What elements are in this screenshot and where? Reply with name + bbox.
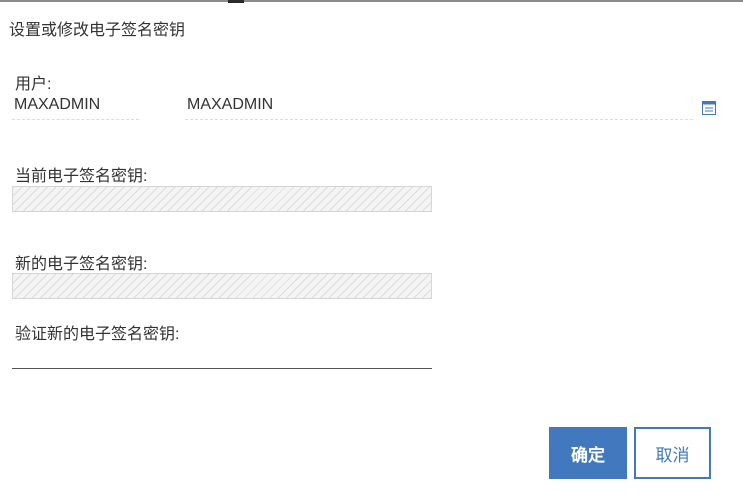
user-name-value: MAXADMIN (187, 96, 274, 113)
ok-button[interactable]: 确定 (549, 427, 627, 479)
dialog-top-border (0, 0, 743, 2)
verify-key-label: 验证新的电子签名密钥: (15, 326, 180, 343)
cancel-button[interactable]: 取消 (634, 427, 711, 479)
current-key-input (12, 186, 432, 212)
detail-menu-icon[interactable] (702, 101, 716, 115)
dialog-title: 设置或修改电子签名密钥 (9, 22, 186, 39)
current-key-label: 当前电子签名密钥: (15, 168, 148, 185)
user-label: 用户: (15, 76, 52, 93)
new-key-input (12, 273, 432, 299)
user-id-value: MAXADMIN (14, 96, 101, 113)
new-key-label: 新的电子签名密钥: (15, 256, 148, 273)
verify-key-input[interactable] (12, 342, 432, 369)
user-name-underline (185, 119, 693, 120)
dialog-top-tab-marker (228, 0, 244, 3)
user-id-underline (12, 119, 139, 120)
